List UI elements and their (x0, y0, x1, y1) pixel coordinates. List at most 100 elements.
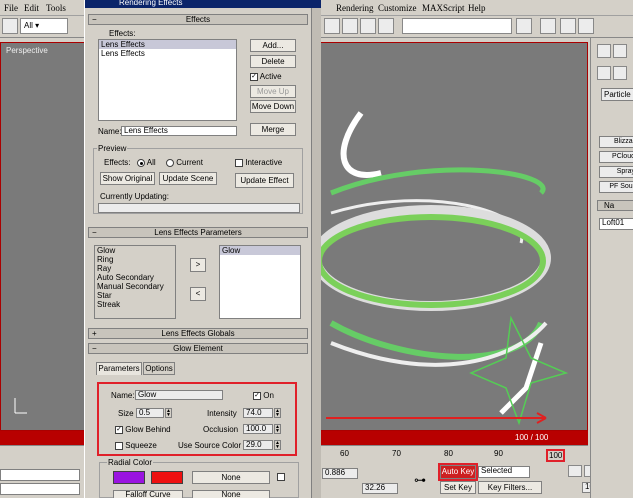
menu-rendering[interactable]: Rendering (336, 3, 374, 13)
selected-dropdown[interactable]: Selected (478, 466, 530, 478)
teapot-icon-2[interactable] (560, 18, 576, 34)
radial-color-swatch-2[interactable] (151, 471, 183, 484)
delete-button[interactable]: Delete (250, 55, 296, 68)
intensity-spinner[interactable]: ▲ ▼ (274, 408, 281, 418)
abc-icon[interactable] (378, 18, 394, 34)
key-filters-button[interactable]: Key Filters... (478, 481, 542, 494)
active-checkbox[interactable]: ✓ Active (250, 72, 282, 81)
glow-name-field[interactable]: Glow (135, 390, 223, 400)
menu-file[interactable]: File (4, 3, 18, 13)
pf-source-button[interactable]: PF Sour (599, 181, 633, 193)
show-original-button[interactable]: Show Original (100, 172, 155, 185)
interactive-checkbox[interactable]: Interactive (235, 158, 282, 167)
menu-customize[interactable]: Customize (378, 3, 417, 13)
list-item[interactable]: Lens Effects (99, 49, 236, 58)
toolbar-icon-4[interactable] (516, 18, 532, 34)
occlusion-field[interactable]: 100.0 (243, 424, 273, 434)
tab-parameters[interactable]: Parameters (96, 362, 142, 375)
lens-params-rollout-header[interactable]: − Lens Effects Parameters (88, 227, 308, 238)
render-icon[interactable] (578, 18, 594, 34)
list-item[interactable]: Manual Secondary (95, 282, 175, 291)
frame-counter: 100 / 100 (515, 433, 549, 442)
add-button[interactable]: Add... (250, 39, 296, 52)
select-region-icon[interactable] (2, 18, 18, 34)
active-elements-list[interactable]: Glow (219, 245, 301, 319)
geometry-icon[interactable] (597, 66, 611, 80)
radial-map-button[interactable]: None (192, 471, 270, 484)
toolbar-icon-3[interactable] (360, 18, 376, 34)
menu-edit[interactable]: Edit (24, 3, 39, 13)
use-source-color-spinner[interactable]: ▲ ▼ (274, 440, 281, 450)
effect-name-field[interactable]: Lens Effects (121, 126, 237, 136)
maxscript-listener[interactable] (0, 469, 80, 481)
list-item[interactable]: Streak (95, 300, 175, 309)
radial-color-swatch-1[interactable] (113, 471, 145, 484)
set-key-button[interactable]: Set Key (440, 481, 476, 494)
glow-behind-checkbox[interactable]: ✓ Glow Behind (115, 425, 171, 434)
currently-updating-label: Currently Updating: (100, 192, 169, 201)
create-tab-icon[interactable] (597, 44, 611, 58)
selection-filter-dropdown[interactable]: All ▾ (20, 18, 68, 34)
toolbar-icon-2[interactable] (342, 18, 358, 34)
menu-tools[interactable]: Tools (46, 3, 66, 13)
menu-help[interactable]: Help (468, 3, 486, 13)
glow-element-rollout-header[interactable]: − Glow Element (88, 343, 308, 354)
on-checkbox[interactable]: ✓ On (253, 391, 274, 400)
modify-tab-icon[interactable] (613, 44, 627, 58)
list-item[interactable]: Ray (95, 264, 175, 273)
auto-key-button[interactable]: Auto Key (438, 463, 478, 481)
add-element-button[interactable]: > (190, 258, 206, 272)
list-item[interactable]: Glow (220, 246, 300, 255)
falloff-curve-button[interactable]: Falloff Curve (113, 490, 183, 498)
category-dropdown[interactable]: Particle (601, 88, 633, 101)
preview-effects-label: Effects: (104, 158, 131, 167)
occlusion-spinner[interactable]: ▲ ▼ (274, 424, 281, 434)
loft-spiral (311, 111, 569, 426)
update-scene-button[interactable]: Update Scene (159, 172, 217, 185)
dialog-scrollbar[interactable] (311, 8, 321, 498)
prev-frame-icon[interactable] (568, 465, 582, 477)
available-effects-list[interactable]: Glow Ring Ray Auto Secondary Manual Seco… (94, 245, 176, 319)
list-item[interactable]: Glow (95, 246, 175, 255)
pcloud-button[interactable]: PCloud (599, 151, 633, 163)
intensity-field[interactable]: 74.0 (243, 408, 273, 418)
blizzard-button[interactable]: Blizzar (599, 136, 633, 148)
squeeze-checkbox[interactable]: Squeeze (115, 441, 157, 450)
all-radio[interactable]: All (137, 158, 156, 167)
move-up-button[interactable]: Move Up (250, 85, 296, 98)
remove-element-button[interactable]: < (190, 287, 206, 301)
teapot-icon[interactable] (540, 18, 556, 34)
lens-globals-rollout-header[interactable]: + Lens Effects Globals (88, 328, 308, 339)
effects-rollout-header[interactable]: − Effects (88, 14, 308, 25)
name-color-rollout[interactable]: Na (597, 200, 633, 211)
list-item[interactable]: Star (95, 291, 175, 300)
radial-map-checkbox[interactable] (277, 472, 285, 481)
toolbar-icon-1[interactable] (324, 18, 340, 34)
shapes-icon[interactable] (613, 66, 627, 80)
selection-filter-value: All (24, 21, 33, 30)
falloff-map-button[interactable]: None (192, 490, 270, 498)
move-down-button[interactable]: Move Down (250, 100, 296, 113)
use-source-color-field[interactable]: 29.0 (243, 440, 273, 450)
size-field[interactable]: 0.5 (136, 408, 164, 418)
coord-x-field[interactable]: 0.886 (322, 468, 358, 479)
named-selection-dropdown[interactable] (402, 18, 512, 34)
list-item[interactable]: Ring (95, 255, 175, 264)
effects-list[interactable]: Lens Effects Lens Effects (98, 39, 237, 121)
current-radio[interactable]: Current (166, 158, 203, 167)
prompt-line[interactable] (0, 483, 80, 495)
object-name-field[interactable]: Loft01 (599, 218, 633, 230)
size-spinner[interactable]: ▲ ▼ (165, 408, 172, 418)
preview-label: Preview (97, 144, 128, 153)
list-item[interactable]: Auto Secondary (95, 273, 175, 282)
menu-maxscript[interactable]: MAXScript (422, 3, 465, 13)
update-effect-button[interactable]: Update Effect (235, 173, 294, 188)
list-item[interactable]: Lens Effects (99, 40, 236, 49)
coord-y-field[interactable]: 32.26 (362, 483, 398, 494)
spray-button[interactable]: Spray (599, 166, 633, 178)
tab-options[interactable]: Options (143, 362, 175, 375)
effects-label: Effects: (109, 29, 136, 38)
glow-behind-label: Glow Behind (125, 425, 171, 434)
lens-params-rollout-title: Lens Effects Parameters (154, 228, 242, 237)
merge-button[interactable]: Merge (250, 123, 296, 136)
